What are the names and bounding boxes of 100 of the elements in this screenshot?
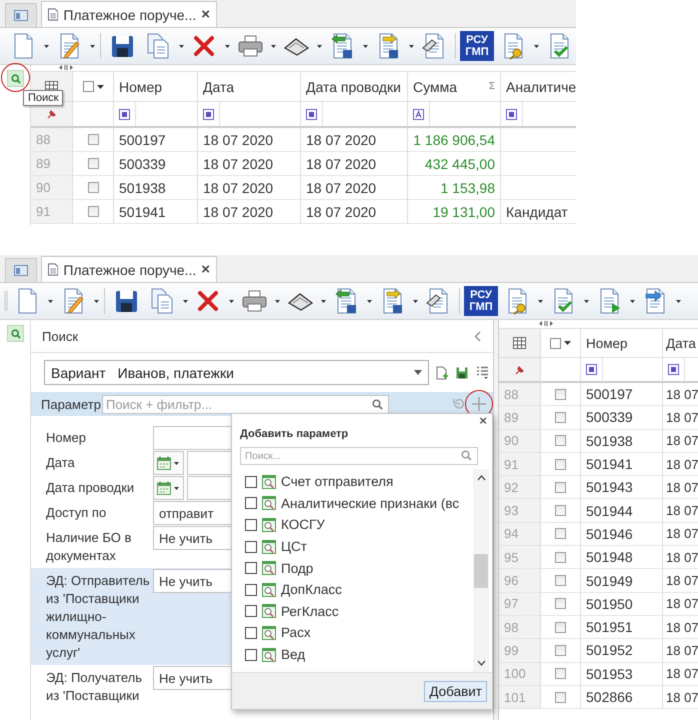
- row-checkbox[interactable]: [555, 622, 566, 633]
- row-number: 89: [31, 152, 73, 176]
- row-checkbox[interactable]: [555, 575, 566, 586]
- copy-icon: [145, 32, 171, 60]
- column-header[interactable]: Номер: [119, 78, 162, 94]
- scrollbar[interactable]: [473, 469, 489, 672]
- table-cell: 501953: [581, 662, 663, 686]
- checkbox[interactable]: [245, 648, 257, 661]
- table-cell: 18 07: [663, 406, 698, 430]
- column-header[interactable]: Номер: [586, 336, 628, 350]
- table-cell: 18 07: [663, 430, 698, 453]
- row-checkbox[interactable]: [555, 412, 566, 423]
- checkbox[interactable]: [245, 584, 257, 596]
- select-all-checkbox[interactable]: [82, 81, 104, 92]
- text-filter-icon[interactable]: [413, 108, 424, 120]
- close-button[interactable]: ×: [201, 262, 210, 277]
- table-cell: 18 07: [663, 569, 698, 593]
- pin-icon: [46, 109, 56, 119]
- field-label: Дата проводки: [45, 479, 136, 497]
- table-cell: 501943: [581, 476, 663, 500]
- window-tab[interactable]: [5, 3, 37, 27]
- checkbox[interactable]: [245, 497, 257, 510]
- search-icon: [372, 398, 383, 410]
- filter-icon[interactable]: [586, 364, 597, 375]
- chevron-up-icon: [476, 475, 486, 481]
- row-checkbox[interactable]: [88, 206, 98, 217]
- calendar-button[interactable]: [153, 451, 184, 475]
- table-cell: 18 07: [663, 452, 698, 476]
- row-checkbox[interactable]: [555, 435, 566, 446]
- document-tab[interactable]: Платежное поруче... ×: [41, 1, 217, 27]
- variant-dropdown[interactable]: Вариант Иванов, платежки: [44, 360, 429, 385]
- parameter-option[interactable]: Расх: [281, 625, 311, 640]
- import-icon: [333, 287, 359, 315]
- add-button[interactable]: Добавит: [424, 680, 487, 702]
- column-header[interactable]: Сумма: [413, 78, 457, 94]
- table-cell: 18 07: [663, 476, 698, 500]
- search-icon: [10, 74, 20, 84]
- search-button[interactable]: [7, 325, 24, 342]
- parameter-option[interactable]: Аналитические признаки (вс: [281, 496, 460, 511]
- document-tab[interactable]: Платежное поруче... ×: [41, 256, 217, 282]
- filter-icon[interactable]: [203, 108, 214, 120]
- row-checkbox[interactable]: [88, 182, 98, 193]
- row-checkbox[interactable]: [555, 552, 566, 563]
- window-tab[interactable]: [5, 258, 37, 282]
- close-button[interactable]: ×: [479, 414, 487, 428]
- row-checkbox[interactable]: [555, 505, 566, 516]
- parameter-option[interactable]: ЦСт: [281, 539, 307, 554]
- filter-icon[interactable]: [306, 108, 317, 120]
- save-variant-button[interactable]: [455, 364, 469, 380]
- checkbox[interactable]: [245, 626, 257, 639]
- row-checkbox[interactable]: [555, 644, 566, 656]
- parameter-option[interactable]: Счет отправителя: [281, 474, 394, 490]
- parameter-option[interactable]: Подр: [281, 560, 314, 576]
- table-cell: 500339: [581, 406, 663, 430]
- row-checkbox[interactable]: [555, 528, 566, 540]
- row-number: 91: [31, 200, 73, 224]
- table-cell: 18 07: [663, 383, 698, 406]
- caret-icon: [178, 44, 184, 48]
- column-header[interactable]: Аналитиче: [506, 78, 576, 94]
- row-number: 89: [499, 406, 541, 430]
- checkbox[interactable]: [245, 540, 257, 553]
- select-all-checkbox[interactable]: [550, 338, 571, 348]
- collapse-button[interactable]: [474, 330, 481, 342]
- row-checkbox[interactable]: [555, 458, 566, 470]
- filter-icon[interactable]: [668, 364, 679, 375]
- row-checkbox[interactable]: [555, 692, 566, 702]
- caret-icon: [316, 44, 322, 48]
- column-header[interactable]: Дата: [203, 78, 234, 94]
- table-cell: 501952: [581, 639, 663, 663]
- list-button[interactable]: [475, 364, 489, 380]
- row-checkbox[interactable]: [88, 134, 98, 145]
- add-variant-button[interactable]: [435, 364, 449, 380]
- scrollbar-thumb[interactable]: [474, 554, 488, 588]
- table-cell: 501938: [114, 176, 198, 200]
- row-checkbox[interactable]: [555, 668, 566, 680]
- column-header[interactable]: Дата проводки: [306, 78, 401, 94]
- label-button[interactable]: РСУ ГМП: [460, 31, 494, 61]
- row-checkbox[interactable]: [555, 482, 566, 493]
- checkbox[interactable]: [245, 518, 257, 531]
- checkbox[interactable]: [245, 605, 257, 618]
- checkbox[interactable]: [245, 476, 257, 488]
- row-checkbox[interactable]: [555, 598, 566, 610]
- parameter-option[interactable]: КОСГУ: [281, 517, 325, 532]
- label-button[interactable]: РСУ ГМП: [464, 286, 498, 316]
- parameter-option[interactable]: ДопКласс: [281, 582, 342, 598]
- search-button[interactable]: [7, 70, 24, 87]
- parameter-option[interactable]: Вед: [281, 647, 306, 662]
- filter-search-field[interactable]: Поиск + фильтр...: [102, 394, 389, 414]
- column-header[interactable]: Дата: [666, 336, 696, 350]
- parameter-option[interactable]: РегКласс: [281, 604, 339, 619]
- field-label: ЭД: Отправитель из 'Поставщики жилищно-коммунальных услуг': [45, 572, 151, 662]
- parameters-label: Параметр: [41, 396, 101, 412]
- filter-icon[interactable]: [119, 108, 130, 120]
- row-checkbox[interactable]: [555, 388, 566, 400]
- calendar-button[interactable]: [153, 476, 184, 500]
- search-field[interactable]: Поиск...: [240, 447, 478, 465]
- close-button[interactable]: ×: [201, 7, 210, 22]
- checkbox[interactable]: [245, 562, 257, 574]
- row-checkbox[interactable]: [88, 158, 98, 169]
- filter-icon[interactable]: [506, 108, 517, 120]
